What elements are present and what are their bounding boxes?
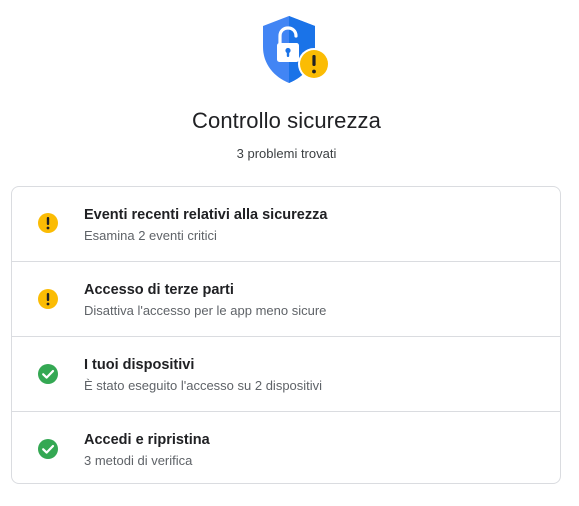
- list-item-third-party-access[interactable]: Accesso di terze parti Disattiva l'acces…: [12, 261, 560, 336]
- item-description: Esamina 2 eventi critici: [84, 228, 217, 243]
- item-description: 3 metodi di verifica: [84, 453, 193, 468]
- check-circle-icon: [38, 364, 58, 384]
- list-item-sign-in-recovery[interactable]: Accedi e ripristina 3 metodi di verifica: [12, 411, 560, 483]
- item-title: Eventi recenti relativi alla sicurezza: [84, 207, 328, 223]
- page-title: Controllo sicurezza: [192, 108, 381, 133]
- item-title: I tuoi dispositivi: [84, 357, 195, 373]
- warning-icon: [38, 289, 58, 309]
- check-circle-icon: [38, 439, 58, 459]
- list-item-recent-security-events[interactable]: Eventi recenti relativi alla sicurezza E…: [12, 187, 560, 261]
- item-title: Accesso di terze parti: [84, 282, 234, 298]
- list-item-your-devices[interactable]: I tuoi dispositivi È stato eseguito l'ac…: [12, 336, 560, 411]
- issues-count: 3 problemi trovati: [236, 146, 337, 161]
- security-checkup-list: Eventi recenti relativi alla sicurezza E…: [11, 186, 561, 484]
- item-title: Accedi e ripristina: [84, 432, 210, 448]
- item-description: È stato eseguito l'accesso su 2 disposit…: [84, 378, 323, 393]
- shield-unlocked-warning-icon: [263, 16, 330, 83]
- warning-icon: [38, 213, 58, 233]
- item-description: Disattiva l'accesso per le app meno sicu…: [84, 303, 327, 318]
